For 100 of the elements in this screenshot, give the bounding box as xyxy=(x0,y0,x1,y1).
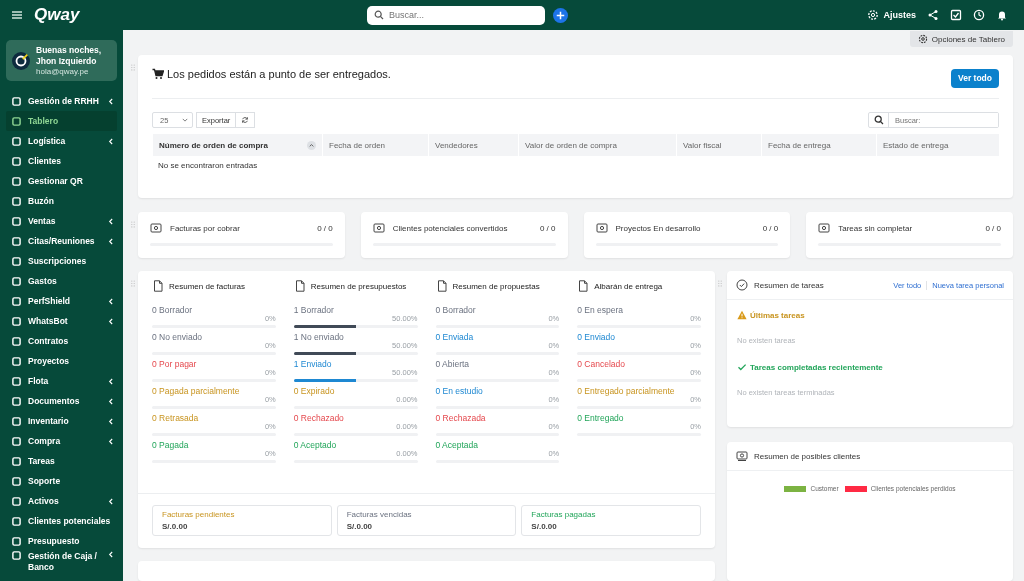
status-label: 0 En estudio xyxy=(435,386,484,398)
chevron-left-icon[interactable] xyxy=(108,497,113,505)
stat-label: Proyectos En desarrollo xyxy=(615,223,702,233)
square-icon xyxy=(12,256,21,266)
sidebar-item[interactable]: Citas/Reuniones xyxy=(6,231,117,251)
sidebar-item[interactable]: WhatsBot xyxy=(6,311,117,331)
status-label: 1 Enviado xyxy=(293,359,333,371)
square-icon xyxy=(12,156,21,166)
column-header[interactable]: Estado de entrega xyxy=(876,134,999,156)
settings-button[interactable]: Ajustes xyxy=(867,9,916,21)
chevron-left-icon[interactable] xyxy=(108,237,113,245)
sidebar-item[interactable]: Gestión de RRHH xyxy=(6,91,117,111)
square-icon xyxy=(12,136,21,146)
sidebar-item[interactable]: Buzón xyxy=(6,191,117,211)
square-icon xyxy=(12,356,21,366)
stat-value: 0 / 0 xyxy=(317,223,333,233)
clock-icon[interactable] xyxy=(973,9,985,21)
sidebar-item[interactable]: Tareas xyxy=(6,451,117,471)
sidebar-item[interactable]: PerfShield xyxy=(6,291,117,311)
sidebar-item[interactable]: Ventas xyxy=(6,211,117,231)
status-label: 0 Enviada xyxy=(435,332,475,344)
search-field[interactable]: Buscar... xyxy=(367,5,545,25)
stat-label: Tareas sin completar xyxy=(838,223,914,233)
view-all-button[interactable]: Ver todo xyxy=(951,68,999,88)
sidebar-item[interactable]: Inventario xyxy=(6,411,117,431)
gear-icon xyxy=(867,9,880,21)
check-circle-icon xyxy=(736,279,748,291)
sidebar-item[interactable]: Proyectos xyxy=(6,351,117,371)
square-icon xyxy=(12,116,21,126)
column-header[interactable]: Fecha de entrega xyxy=(761,134,876,156)
column-header[interactable]: Valor de orden de compra xyxy=(518,134,676,156)
section-title: Últimas tareas xyxy=(750,310,805,320)
user-email: hola@qway.pe xyxy=(36,66,90,77)
square-icon xyxy=(12,536,21,546)
refresh-button[interactable] xyxy=(236,112,256,128)
summary-title: Albarán de entrega xyxy=(594,281,663,291)
caret-icon xyxy=(182,118,188,122)
chevron-left-icon[interactable] xyxy=(108,137,113,145)
sidebar-item[interactable]: Clientes xyxy=(6,151,117,171)
chevron-left-icon[interactable] xyxy=(108,317,113,325)
document-icon xyxy=(577,280,590,292)
bell-icon[interactable] xyxy=(996,9,1008,21)
sidebar-item[interactable]: Logística xyxy=(6,131,117,151)
sidebar-item[interactable]: Tablero xyxy=(6,111,117,131)
stat-value: 0 / 0 xyxy=(762,223,779,233)
total-amount: S/.0.00 xyxy=(531,522,558,531)
checkbox-icon[interactable] xyxy=(950,9,962,21)
column-header[interactable]: Número de orden de compra xyxy=(152,134,322,156)
status-label: 0 Rechazado xyxy=(293,413,345,425)
add-button[interactable] xyxy=(553,7,568,23)
total-label: Facturas pagadas xyxy=(531,510,597,519)
status-label: 0 Abierta xyxy=(435,359,471,371)
square-icon xyxy=(12,436,21,446)
avatar-icon xyxy=(12,51,30,70)
summary-title: Resumen de presupuestos xyxy=(310,281,407,291)
sidebar-item[interactable]: Soporte xyxy=(6,471,117,491)
sidebar-item[interactable]: Presupuesto xyxy=(6,531,117,551)
total-amount: S/.0.00 xyxy=(346,522,374,531)
sidebar-item[interactable]: Activos xyxy=(6,491,117,511)
sidebar-item[interactable]: Clientes potenciales xyxy=(6,511,117,531)
square-icon xyxy=(12,276,21,286)
chevron-left-icon[interactable] xyxy=(108,97,113,105)
column-header[interactable]: Vendedores xyxy=(428,134,518,156)
sort-icon[interactable] xyxy=(307,140,316,150)
square-icon xyxy=(12,96,21,106)
chevron-left-icon[interactable] xyxy=(108,297,113,305)
chevron-left-icon[interactable] xyxy=(108,437,113,445)
status-label: 0 Borrador xyxy=(152,305,194,317)
menu-icon[interactable] xyxy=(10,8,24,22)
sidebar-item[interactable]: Suscripciones xyxy=(6,251,117,271)
sidebar-item[interactable]: Gestionar QR xyxy=(6,171,117,191)
user-card[interactable]: Buenas noches, Jhon Izquierdo hola@qway.pe xyxy=(6,40,117,81)
chevron-left-icon[interactable] xyxy=(108,417,113,425)
share-icon[interactable] xyxy=(927,9,939,21)
chevron-left-icon[interactable] xyxy=(108,551,113,558)
chevron-left-icon[interactable] xyxy=(108,397,113,405)
sidebar-item[interactable]: Contratos xyxy=(6,331,117,351)
sidebar-item[interactable]: Gastos xyxy=(6,271,117,291)
sidebar-item[interactable]: Compra xyxy=(6,431,117,451)
cart-icon xyxy=(152,68,164,80)
logo[interactable]: Qway xyxy=(34,5,80,25)
sidebar-item[interactable]: Flota xyxy=(6,371,117,391)
square-icon xyxy=(12,456,21,466)
status-label: 0 Pagada xyxy=(152,440,190,452)
status-label: 0 Aceptado xyxy=(293,440,338,452)
column-header[interactable]: Valor fiscal xyxy=(676,134,761,156)
square-icon xyxy=(12,551,21,560)
status-label: 0 Pagada parcialmente xyxy=(152,386,241,398)
sidebar-item[interactable]: Gestión de Caja / Banco xyxy=(6,551,117,577)
sidebar-item[interactable]: Documentos xyxy=(6,391,117,411)
empty-table-message: No se encontraron entradas xyxy=(157,160,259,172)
column-header[interactable]: Fecha de orden xyxy=(322,134,428,156)
dashboard-options-button[interactable]: Opciones de Tablero xyxy=(909,31,1013,47)
total-label: Facturas pendientes xyxy=(162,510,236,519)
square-icon xyxy=(12,396,21,406)
chevron-left-icon[interactable] xyxy=(108,217,113,225)
status-label: 0 Aceptada xyxy=(435,440,480,452)
status-label: 0 Enviado xyxy=(577,332,617,344)
square-icon xyxy=(12,336,21,346)
chevron-left-icon[interactable] xyxy=(108,377,113,385)
